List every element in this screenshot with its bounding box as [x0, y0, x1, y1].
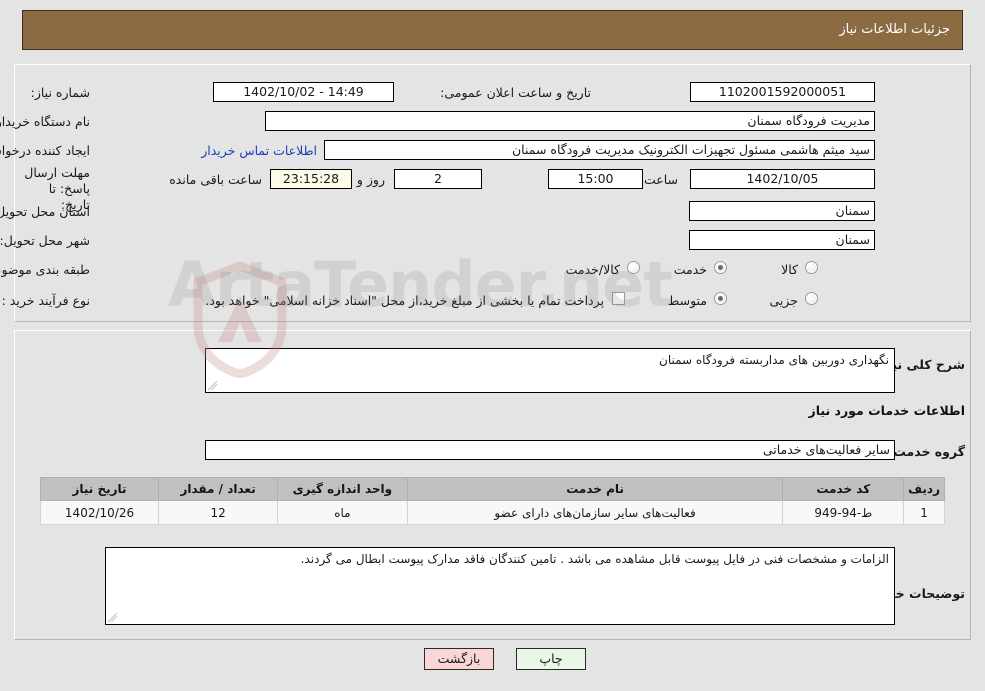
radio-label-purchase-jozii[interactable]: جزیی — [769, 293, 798, 308]
radio-label-purchase-motevaset[interactable]: متوسط — [668, 293, 707, 308]
radio-purchase-motevaset[interactable] — [714, 292, 727, 305]
label-need-number: شماره نیاز: — [30, 85, 90, 100]
col-row-no: ردیف — [903, 477, 945, 501]
label-subject-class: طبقه بندی موضوعی: — [0, 262, 90, 277]
request-creator-field[interactable]: سید میثم هاشمی مسئول تجهیزات الکترونیک م… — [324, 140, 875, 160]
label-request-creator: ایجاد کننده درخواست: — [0, 143, 90, 158]
page-header: جزئیات اطلاعات نیاز — [22, 10, 963, 50]
cell-row-no: 1 — [903, 500, 945, 525]
announce-datetime-field[interactable]: 1402/10/02 - 14:49 — [213, 82, 394, 102]
label-service-group: گروه خدمت: — [888, 444, 965, 459]
buyer-notes-text: الزامات و مشخصات فنی در فایل پیوست قابل … — [300, 552, 889, 566]
label-announce-datetime: تاریخ و ساعت اعلان عمومی: — [440, 85, 591, 100]
radio-label-subject-kala-khedmat[interactable]: کالا/خدمت — [566, 262, 620, 277]
cell-service-code: ط-94-949 — [782, 500, 905, 525]
need-summary-panel: شماره نیاز: 1102001592000051 تاریخ و ساع… — [0, 64, 971, 322]
page-title: جزئیات اطلاعات نیاز — [839, 22, 950, 37]
resize-grip-icon[interactable] — [108, 613, 118, 623]
remaining-clock-field: 23:15:28 — [270, 169, 352, 189]
cell-service-name: فعالیت‌های سایر سازمان‌های دارای عضو — [406, 500, 784, 525]
radio-label-subject-kala[interactable]: کالا — [781, 262, 798, 277]
services-section-heading: اطلاعات خدمات مورد نیاز — [808, 403, 966, 418]
radio-subject-kala-khedmat[interactable] — [627, 261, 640, 274]
back-button[interactable]: بازگشت — [424, 648, 494, 670]
delivery-province-field[interactable]: سمنان — [689, 201, 875, 221]
radio-label-subject-khedmat[interactable]: خدمت — [674, 262, 707, 277]
general-desc-textarea[interactable]: نگهداری دوربین های مداربسته فرودگاه سمنا… — [205, 348, 895, 393]
treasury-docs-checkbox[interactable] — [612, 292, 625, 305]
service-group-field[interactable]: سایر فعالیت‌های خدماتی — [205, 440, 895, 460]
label-delivery-province: استان محل تحویل: — [0, 204, 90, 219]
table-row[interactable]: 1 ط-94-949 فعالیت‌های سایر سازمان‌های دا… — [39, 500, 945, 525]
buyer-notes-textarea[interactable]: الزامات و مشخصات فنی در فایل پیوست قابل … — [105, 547, 895, 625]
radio-purchase-jozii[interactable] — [805, 292, 818, 305]
label-delivery-city: شهر محل تحویل: — [0, 233, 90, 248]
label-day-and: روز و — [356, 172, 385, 187]
delivery-city-field[interactable]: سمنان — [689, 230, 875, 250]
col-unit: واحد اندازه گیری — [277, 477, 408, 501]
print-button[interactable]: چاپ — [516, 648, 586, 670]
remaining-days-field[interactable]: 2 — [394, 169, 482, 189]
services-table: ردیف کد خدمت نام خدمت واحد اندازه گیری ت… — [39, 477, 945, 525]
treasury-docs-label: پرداخت تمام یا بخشی از مبلغ خرید،از محل … — [205, 293, 604, 308]
cell-unit: ماه — [277, 500, 408, 525]
resize-grip-icon[interactable] — [208, 381, 218, 391]
buyer-org-field[interactable]: مدیریت فرودگاه سمنان — [265, 111, 875, 131]
col-need-date: تاریخ نیاز — [39, 477, 160, 501]
radio-subject-kala[interactable] — [805, 261, 818, 274]
col-service-code: کد خدمت — [782, 477, 905, 501]
label-hour: ساعت — [643, 172, 678, 187]
label-buyer-org: نام دستگاه خریدار: — [0, 114, 90, 129]
need-number-field[interactable]: 1102001592000051 — [690, 82, 875, 102]
deadline-date-field[interactable]: 1402/10/05 — [690, 169, 875, 189]
need-details-panel: شرح کلی نیاز: نگهداری دوربین های مداربست… — [14, 330, 971, 640]
table-header-row: ردیف کد خدمت نام خدمت واحد اندازه گیری ت… — [39, 477, 945, 501]
col-service-name: نام خدمت — [406, 477, 784, 501]
label-purchase-type: نوع فرآیند خرید : — [1, 293, 90, 308]
general-desc-text: نگهداری دوربین های مداربسته فرودگاه سمنا… — [659, 353, 889, 367]
label-remaining: ساعت باقی مانده — [169, 172, 262, 187]
cell-need-date: 1402/10/26 — [39, 500, 160, 525]
buyer-contact-link[interactable]: اطلاعات تماس خریدار — [201, 143, 317, 158]
deadline-hour-field[interactable]: 15:00 — [548, 169, 643, 189]
col-quantity: تعداد / مقدار — [158, 477, 279, 501]
radio-subject-khedmat[interactable] — [714, 261, 727, 274]
cell-quantity: 12 — [158, 500, 279, 525]
